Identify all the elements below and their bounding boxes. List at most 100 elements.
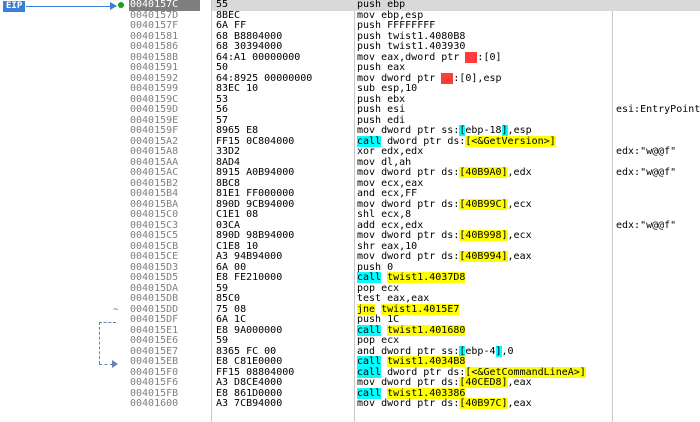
address-cell[interactable]: 00401600 xyxy=(129,398,200,410)
comment-cell[interactable]: edx:"w@@f" xyxy=(616,220,676,232)
disasm-row[interactable]: 0040159D 56 push esi esi:EntryPoint xyxy=(0,104,700,116)
disasm-row[interactable]: 0040159C 53 push ebx xyxy=(0,94,700,106)
disasm-row[interactable]: 00401592 64:8925 00000000 mov dword ptr fs… xyxy=(0,72,700,85)
address-cell[interactable]: 0040159D xyxy=(129,104,200,116)
disasm-row[interactable]: 004015D5 E8 FE210000 call twist1.4037D8 xyxy=(0,272,700,284)
address-cell[interactable]: 004015E6 xyxy=(129,335,200,347)
bytes-cell[interactable]: 83EC 10 xyxy=(216,83,258,95)
bytes-cell[interactable]: 81E1 FF000000 xyxy=(216,188,294,200)
disasm-row[interactable]: 004015B2 8BC8 mov ecx,eax xyxy=(0,178,700,190)
instruction-cell[interactable]: mov dword ptr ds:[40B97C],eax xyxy=(357,398,532,410)
disasm-row[interactable]: 004015A8 33D2 xor edx,edx edx:"w@@f" xyxy=(0,146,700,158)
bytes-cell[interactable]: 50 xyxy=(216,62,228,74)
bytes-cell[interactable]: 33D2 xyxy=(216,146,240,158)
bytes-cell[interactable]: 8915 A0B94000 xyxy=(216,167,294,179)
address-cell[interactable]: 00401591 xyxy=(129,62,200,74)
bytes-cell[interactable]: 64:A1 00000000 xyxy=(216,52,300,64)
disasm-row[interactable]: 004015F0 FF15 08804000 call dword ptr ds:[… xyxy=(0,366,700,379)
disasm-row[interactable]: 004015B4 81E1 FF000000 and ecx,FF xyxy=(0,188,700,200)
address-cell[interactable]: 004015DB xyxy=(129,293,200,305)
bytes-cell[interactable]: E8 FE210000 xyxy=(216,272,282,284)
address-cell[interactable]: 00401586 xyxy=(129,41,200,53)
disasm-row[interactable]: 004015A2 FF15 0C804000 call dword ptr ds:[… xyxy=(0,135,700,148)
disasm-row[interactable]: 004015DA 59 pop ecx xyxy=(0,283,700,295)
instruction-token: [<&GetVersion>] xyxy=(465,135,556,147)
disasm-row[interactable]: 004015E6 59 pop ecx xyxy=(0,335,700,347)
address-cell[interactable]: 0040157F xyxy=(129,20,200,32)
bytes-cell[interactable]: 85C0 xyxy=(216,293,240,305)
disasm-row[interactable]: 004015AA 8AD4 mov dl,ah xyxy=(0,157,700,169)
disasm-row[interactable]: 004015E1 E8 9A000000 call twist1.401680 xyxy=(0,324,700,337)
instruction-token: [40B97C] xyxy=(459,398,508,409)
instruction-token: and dword ptr ss: xyxy=(357,345,460,357)
address-cell[interactable]: 004015C5 xyxy=(129,230,200,242)
disasm-row[interactable]: 004015C0 C1E1 08 shl ecx,8 xyxy=(0,209,700,221)
address-cell[interactable]: 004015A8 xyxy=(129,146,200,158)
disasm-row[interactable]: 00401591 50 push eax xyxy=(0,62,700,74)
disasm-row[interactable]: 0040158B 64:A1 00000000 mov eax,dword ptr … xyxy=(0,51,700,64)
bytes-cell[interactable]: 890D 98B94000 xyxy=(216,230,294,242)
bytes-cell[interactable]: 6A 1C xyxy=(216,314,246,326)
instruction-token: twist1.4037D8 xyxy=(387,272,466,283)
instruction-token: mov dword ptr ss: xyxy=(357,125,460,136)
address-cell[interactable]: 0040157C xyxy=(129,0,200,11)
instruction-cell[interactable]: test eax,eax xyxy=(357,293,429,305)
disasm-row[interactable]: 004015BA 890D 9CB94000 mov dword ptr ds:[4… xyxy=(0,198,700,211)
disasm-row[interactable]: 0040157D 8BEC mov ebp,esp xyxy=(0,10,700,22)
address-cell[interactable]: 0040159F xyxy=(129,125,200,137)
disasm-row[interactable]: 004015C5 890D 98B94000 mov dword ptr ds:[4… xyxy=(0,230,700,242)
disasm-row[interactable]: 004015E7 8365 FC 00 and dword ptr ss:[ebp-… xyxy=(0,345,700,358)
instruction-token: twist1.403386 xyxy=(387,387,466,399)
address-cell[interactable]: 004015AC xyxy=(129,167,200,179)
comment-cell[interactable]: edx:"w@@f" xyxy=(616,167,676,179)
disasm-row[interactable]: 00401581 68 B8804000 push twist1.4080B8 xyxy=(0,31,700,43)
disasm-row[interactable]: 0040159E 57 push edi xyxy=(0,115,700,127)
disasm-row[interactable]: 00401599 83EC 10 sub esp,10 xyxy=(0,83,700,95)
address-cell[interactable]: 004015B4 xyxy=(129,188,200,200)
disasm-row[interactable]: 0040159F 8965 E8 mov dword ptr ss:[ebp-18]… xyxy=(0,125,700,137)
bytes-cell[interactable]: A3 D8CE4000 xyxy=(216,377,282,389)
instruction-token: twist1.4015E7 xyxy=(381,303,460,315)
address-cell[interactable]: 004015CE xyxy=(129,251,200,263)
disasm-row[interactable]: 004015DF 6A 1C push 1C xyxy=(0,314,700,326)
disasm-row[interactable]: 004015C3 03CA add ecx,edx edx:"w@@f" xyxy=(0,220,700,232)
bytes-cell[interactable]: 8965 E8 xyxy=(216,125,258,137)
disasm-row[interactable]: 00401600 A3 7CB94000 mov dword ptr ds:[40B… xyxy=(0,398,700,410)
address-cell[interactable]: 004015EB xyxy=(129,356,200,368)
disasm-row[interactable]: 0040157F 6A FF push FFFFFFFF xyxy=(0,20,700,32)
bytes-cell[interactable]: C1E1 08 xyxy=(216,209,258,221)
bytes-cell[interactable]: A3 7CB94000 xyxy=(216,398,282,410)
disasm-row[interactable]: 004015AC 8915 A0B94000 mov dword ptr ds:[4… xyxy=(0,167,700,179)
bytes-cell[interactable]: 56 xyxy=(216,104,228,116)
address-cell[interactable]: 004015DF xyxy=(129,314,200,326)
disasm-row[interactable]: 0040157C 55 push ebp xyxy=(0,0,700,11)
disasm-row[interactable]: 004015CB C1E8 10 shr eax,10 xyxy=(0,241,700,253)
disasm-row[interactable]: 00401586 68 30394000 push twist1.403930 xyxy=(0,41,700,53)
bytes-cell[interactable]: 55 xyxy=(216,0,228,11)
bytes-cell[interactable]: 68 30394000 xyxy=(216,41,282,53)
bytes-cell[interactable]: A3 94B94000 xyxy=(216,251,282,263)
disasm-row[interactable]: 004015EB E8 C81E0000 call twist1.4034B8 xyxy=(0,356,700,368)
instruction-cell[interactable]: push 1C xyxy=(357,314,400,326)
bytes-cell[interactable]: E8 C81E0000 xyxy=(216,356,282,368)
address-cell[interactable]: 004015C0 xyxy=(129,209,200,221)
instruction-token: ,eax xyxy=(507,251,532,262)
bytes-cell[interactable]: 59 xyxy=(216,335,228,347)
disasm-row[interactable]: 004015CE A3 94B94000 mov dword ptr ds:[40B… xyxy=(0,251,700,263)
disasm-row[interactable]: ~004015DD 75 08 jne twist1.4015E7 xyxy=(0,303,700,316)
disasm-row[interactable]: 004015DB 85C0 test eax,eax xyxy=(0,293,700,305)
bytes-cell[interactable]: 6A FF xyxy=(216,20,246,32)
disasm-row[interactable]: 004015D3 6A 00 push 0 xyxy=(0,262,700,274)
disasm-row[interactable]: 004015F6 A3 D8CE4000 mov dword ptr ds:[40C… xyxy=(0,377,700,389)
address-cell[interactable]: 004015F6 xyxy=(129,377,200,389)
instruction-token: dword ptr ds: xyxy=(381,366,466,378)
address-cell[interactable]: 004015D5 xyxy=(129,272,200,284)
address-cell[interactable]: 00401599 xyxy=(129,83,200,95)
comment-cell[interactable]: edx:"w@@f" xyxy=(616,146,676,158)
breakpoint-dot-icon[interactable] xyxy=(118,2,124,8)
comment-cell[interactable]: esi:EntryPoint xyxy=(616,104,700,116)
instruction-token: ,esp xyxy=(507,125,532,136)
instruction-token: push FFFFFFFF xyxy=(357,20,436,31)
disasm-row[interactable]: 004015FB E8 861D0000 call twist1.403386 xyxy=(0,387,700,400)
instruction-token: push 1C xyxy=(357,314,400,325)
